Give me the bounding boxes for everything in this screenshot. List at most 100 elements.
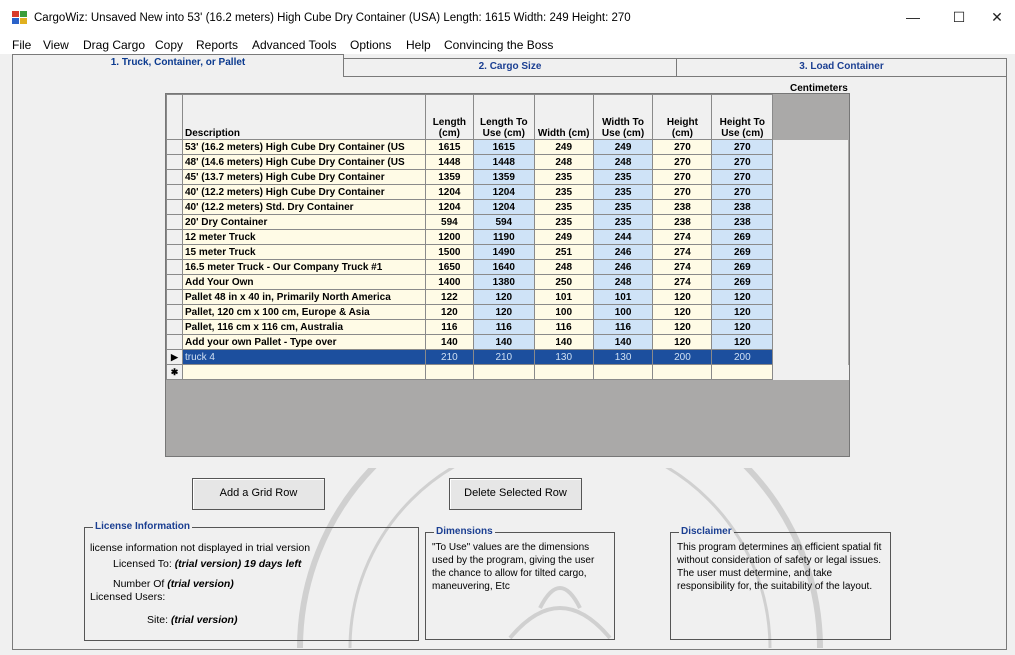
cell-length[interactable]: 140 — [424, 334, 474, 350]
cell-description[interactable]: 16.5 meter Truck - Our Company Truck #1 — [181, 259, 426, 275]
cell-width[interactable]: 235 — [533, 214, 594, 230]
cell-height[interactable]: 274 — [652, 244, 713, 260]
menu-file[interactable]: File — [12, 38, 31, 52]
cell-height[interactable]: 270 — [652, 139, 713, 155]
cell-width[interactable]: 140 — [533, 334, 594, 350]
container-grid[interactable]: Description Length (cm) Length To Use (c… — [165, 93, 850, 457]
cell-length[interactable]: 210 — [424, 349, 474, 365]
cell-width-to-use[interactable]: 235 — [592, 169, 654, 185]
cell-height[interactable]: 238 — [652, 214, 713, 230]
cell-length[interactable]: 1650 — [424, 259, 474, 275]
cell-height-to-use[interactable]: 269 — [711, 229, 774, 245]
cell-description[interactable]: 12 meter Truck — [181, 229, 426, 245]
cell-width[interactable]: 130 — [533, 349, 594, 365]
col-length[interactable]: Length (cm) — [424, 94, 474, 140]
table-row[interactable]: Pallet, 120 cm x 100 cm, Europe & Asia 12… — [166, 304, 849, 320]
cell-length-to-use[interactable]: 1640 — [472, 259, 535, 275]
new-cell-length-to-use[interactable] — [472, 364, 535, 380]
table-row[interactable]: 40' (12.2 meters) High Cube Dry Containe… — [166, 184, 849, 200]
cell-description[interactable]: 20' Dry Container — [181, 214, 426, 230]
cell-height[interactable]: 274 — [652, 229, 713, 245]
cell-width[interactable]: 249 — [533, 139, 594, 155]
cell-length-to-use[interactable]: 116 — [472, 319, 535, 335]
cell-width[interactable]: 235 — [533, 184, 594, 200]
col-length-to-use[interactable]: Length To Use (cm) — [472, 94, 535, 140]
menu-copy[interactable]: Copy — [155, 38, 183, 52]
cell-length-to-use[interactable]: 1490 — [472, 244, 535, 260]
cell-description[interactable]: 48' (14.6 meters) High Cube Dry Containe… — [181, 154, 426, 170]
cell-height-to-use[interactable]: 270 — [711, 139, 774, 155]
row-header[interactable] — [166, 199, 183, 215]
tab-load-container[interactable]: 3. Load Container — [676, 58, 1007, 76]
cell-height-to-use[interactable]: 269 — [711, 274, 774, 290]
cell-height-to-use[interactable]: 270 — [711, 154, 774, 170]
cell-width-to-use[interactable]: 248 — [592, 274, 654, 290]
row-header[interactable] — [166, 289, 183, 305]
cell-description[interactable]: Pallet, 120 cm x 100 cm, Europe & Asia — [181, 304, 426, 320]
minimize-button[interactable]: — — [898, 6, 928, 28]
cell-width-to-use[interactable]: 248 — [592, 154, 654, 170]
cell-length-to-use[interactable]: 210 — [472, 349, 535, 365]
cell-height-to-use[interactable]: 120 — [711, 289, 774, 305]
cell-height-to-use[interactable]: 238 — [711, 214, 774, 230]
row-header[interactable] — [166, 229, 183, 245]
tab-truck-container-pallet[interactable]: 1. Truck, Container, or Pallet — [12, 54, 344, 77]
cell-width-to-use[interactable]: 244 — [592, 229, 654, 245]
cell-width[interactable]: 248 — [533, 259, 594, 275]
cell-length[interactable]: 1615 — [424, 139, 474, 155]
menu-drag-cargo[interactable]: Drag Cargo — [83, 38, 145, 52]
table-row[interactable]: 12 meter Truck 1200 1190 249 244 274 269 — [166, 229, 849, 245]
cell-length-to-use[interactable]: 1380 — [472, 274, 535, 290]
cell-width-to-use[interactable]: 116 — [592, 319, 654, 335]
tab-cargo-size[interactable]: 2. Cargo Size — [342, 58, 678, 76]
cell-length[interactable]: 1500 — [424, 244, 474, 260]
cell-length-to-use[interactable]: 1190 — [472, 229, 535, 245]
cell-length-to-use[interactable]: 594 — [472, 214, 535, 230]
cell-length-to-use[interactable]: 120 — [472, 304, 535, 320]
cell-length-to-use[interactable]: 1204 — [472, 199, 535, 215]
cell-length[interactable]: 116 — [424, 319, 474, 335]
cell-height-to-use[interactable]: 270 — [711, 169, 774, 185]
cell-description[interactable]: Pallet 48 in x 40 in, Primarily North Am… — [181, 289, 426, 305]
cell-width[interactable]: 116 — [533, 319, 594, 335]
cell-description[interactable]: 45' (13.7 meters) High Cube Dry Containe… — [181, 169, 426, 185]
table-row[interactable]: Pallet 48 in x 40 in, Primarily North Am… — [166, 289, 849, 305]
cell-height[interactable]: 270 — [652, 169, 713, 185]
cell-height-to-use[interactable]: 269 — [711, 244, 774, 260]
cell-width[interactable]: 249 — [533, 229, 594, 245]
col-description[interactable]: Description — [181, 94, 426, 140]
cell-description[interactable]: 53' (16.2 meters) High Cube Dry Containe… — [181, 139, 426, 155]
new-cell-width[interactable] — [533, 364, 594, 380]
new-cell-description[interactable] — [181, 364, 426, 380]
cell-length[interactable]: 122 — [424, 289, 474, 305]
cell-height-to-use[interactable]: 120 — [711, 319, 774, 335]
cell-length-to-use[interactable]: 120 — [472, 289, 535, 305]
cell-width-to-use[interactable]: 235 — [592, 184, 654, 200]
cell-height-to-use[interactable]: 120 — [711, 334, 774, 350]
cell-height[interactable]: 200 — [652, 349, 713, 365]
cell-width-to-use[interactable]: 249 — [592, 139, 654, 155]
cell-width[interactable]: 100 — [533, 304, 594, 320]
menu-options[interactable]: Options — [350, 38, 391, 52]
table-row[interactable]: Add Your Own 1400 1380 250 248 274 269 — [166, 274, 849, 290]
cell-height-to-use[interactable]: 270 — [711, 184, 774, 200]
row-header[interactable] — [166, 184, 183, 200]
table-row[interactable]: 16.5 meter Truck - Our Company Truck #1 1… — [166, 259, 849, 275]
cell-width[interactable]: 235 — [533, 169, 594, 185]
table-row[interactable]: 45' (13.7 meters) High Cube Dry Containe… — [166, 169, 849, 185]
cell-width-to-use[interactable]: 130 — [592, 349, 654, 365]
row-header[interactable] — [166, 154, 183, 170]
menu-reports[interactable]: Reports — [196, 38, 238, 52]
row-header[interactable] — [166, 304, 183, 320]
col-width-to-use[interactable]: Width To Use (cm) — [592, 94, 654, 140]
delete-selected-row-button[interactable]: Delete Selected Row — [449, 478, 582, 510]
cell-length-to-use[interactable]: 140 — [472, 334, 535, 350]
cell-length[interactable]: 120 — [424, 304, 474, 320]
close-button[interactable]: ✕ — [982, 6, 1012, 28]
row-header[interactable] — [166, 169, 183, 185]
cell-width-to-use[interactable]: 100 — [592, 304, 654, 320]
cell-description[interactable]: Add your own Pallet - Type over — [181, 334, 426, 350]
cell-height-to-use[interactable]: 238 — [711, 199, 774, 215]
cell-length[interactable]: 1200 — [424, 229, 474, 245]
cell-height[interactable]: 274 — [652, 259, 713, 275]
